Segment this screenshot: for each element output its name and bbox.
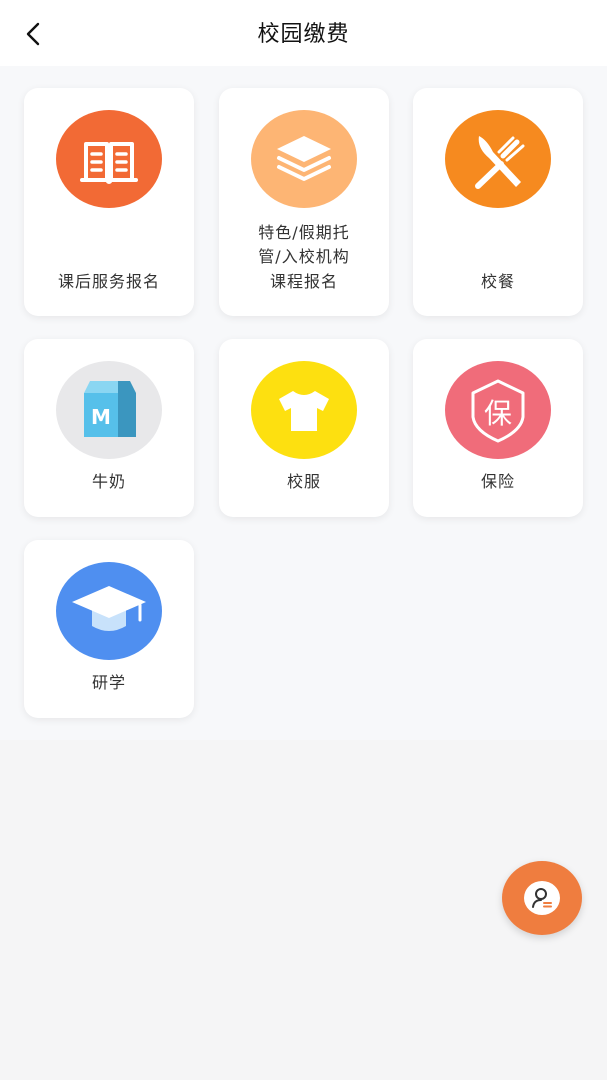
service-card-milk[interactable]: M 牛奶 — [24, 339, 194, 517]
fab-icon-background — [524, 881, 560, 915]
service-card-special-programs[interactable]: 特色/假期托 管/入校机构 课程报名 — [219, 88, 389, 316]
service-card-insurance[interactable]: 保 保险 — [413, 339, 583, 517]
milk-carton-icon: M — [56, 361, 162, 459]
service-label-line-2: 管/入校机构 — [258, 247, 350, 266]
service-card-uniform[interactable]: 校服 — [219, 339, 389, 517]
layers-icon — [251, 110, 357, 208]
svg-text:保: 保 — [484, 397, 512, 430]
service-label-line-3: 课程报名 — [269, 272, 338, 291]
service-card-school-meal[interactable]: 校餐 — [413, 88, 583, 316]
cutlery-icon — [445, 110, 551, 208]
service-card-after-school[interactable]: 课后服务报名 — [24, 88, 194, 316]
service-label: 牛奶 — [91, 472, 126, 491]
tshirt-icon — [251, 361, 357, 459]
service-label: 研学 — [91, 673, 126, 692]
service-grid: 课后服务报名 特色/假期托 管/入校机构 课程报名 校餐 M 牛奶 校服 保 保… — [0, 66, 607, 740]
graduation-cap-icon — [56, 562, 162, 660]
service-label-line-1: 特色/假期托 — [258, 223, 350, 242]
service-card-study-tour[interactable]: 研学 — [24, 540, 194, 718]
svg-text:M: M — [91, 405, 111, 429]
service-label: 校服 — [286, 472, 321, 491]
service-label: 保险 — [480, 472, 515, 491]
service-label: 校餐 — [480, 272, 515, 291]
page-title: 校园缴费 — [257, 22, 350, 47]
user-service-icon — [532, 888, 552, 908]
book-icon — [56, 110, 162, 208]
service-label: 课后服务报名 — [57, 272, 160, 291]
insurance-shield-icon: 保 — [445, 361, 551, 459]
top-bar: 校园缴费 — [0, 0, 607, 66]
customer-service-button[interactable] — [502, 861, 582, 935]
